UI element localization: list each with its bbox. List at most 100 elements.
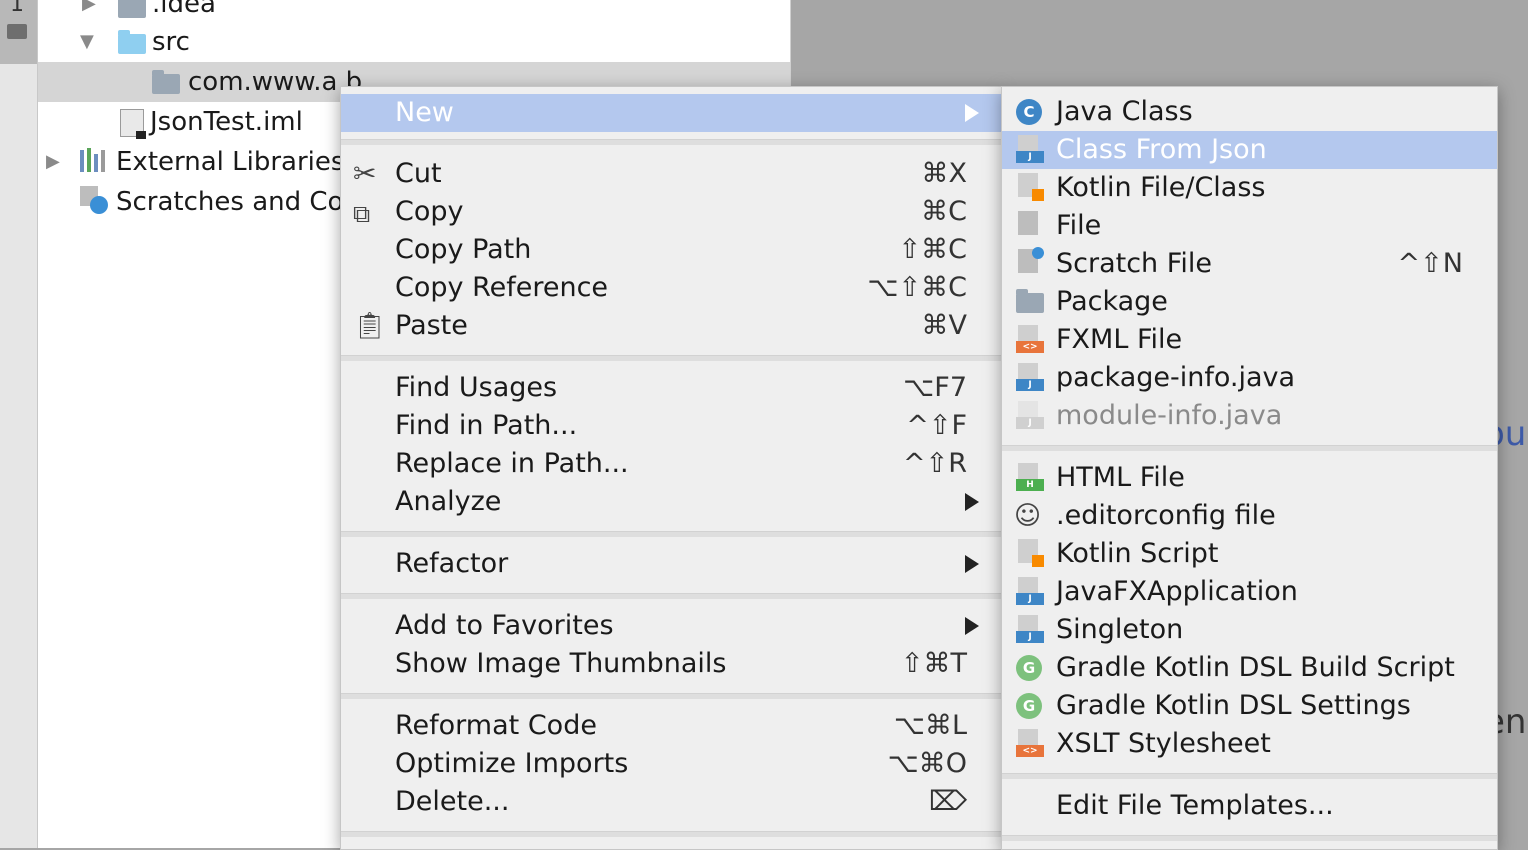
menu-item-module-info: J module-info.java	[1002, 397, 1497, 435]
tool-tab-number: 1	[10, 0, 24, 17]
menu-item-label: Kotlin File/Class	[1056, 172, 1266, 203]
kotlin-script-icon	[1018, 539, 1044, 567]
menu-item-gradle-build-script[interactable]: G Gradle Kotlin DSL Build Script	[1002, 649, 1497, 687]
expand-arrow-icon[interactable]: ▶	[46, 142, 60, 182]
menu-item-refactor[interactable]: Refactor	[341, 545, 1001, 583]
menu-item-shortcut: ^⇧F	[906, 410, 967, 441]
menu-separator	[1002, 835, 1497, 841]
tree-item-label: src	[152, 27, 190, 57]
package-icon	[1016, 289, 1044, 313]
menu-item-label: Java Class	[1056, 96, 1193, 127]
menu-item-label: Reformat Code	[395, 710, 597, 741]
menu-item-copy-reference[interactable]: Copy Reference ⌥⇧⌘C	[341, 269, 1001, 307]
menu-item-label: JavaFXApplication	[1056, 576, 1298, 607]
menu-item-fxml-file[interactable]: <> FXML File	[1002, 321, 1497, 359]
menu-separator	[341, 531, 1001, 537]
libraries-icon	[80, 148, 108, 172]
menu-separator	[1002, 773, 1497, 779]
menu-item-class-from-json[interactable]: J Class From Json	[1002, 131, 1497, 169]
menu-item-kotlin-script[interactable]: Kotlin Script	[1002, 535, 1497, 573]
expand-arrow-icon[interactable]: ▶	[82, 0, 96, 24]
menu-item-singleton[interactable]: J Singleton	[1002, 611, 1497, 649]
menu-separator	[341, 139, 1001, 145]
menu-item-copy[interactable]: ⧉ Copy ⌘C	[341, 193, 1001, 231]
menu-item-shortcut: ⌥F7	[903, 372, 967, 403]
xslt-file-icon: <>	[1016, 729, 1044, 757]
scratches-icon	[80, 186, 110, 216]
menu-item-html-file[interactable]: H HTML File	[1002, 459, 1497, 497]
menu-item-kotlin-file[interactable]: Kotlin File/Class	[1002, 169, 1497, 207]
menu-item-find-in-path[interactable]: Find in Path... ^⇧F	[341, 407, 1001, 445]
menu-item-label: Copy Reference	[395, 272, 609, 303]
menu-item-label: Class From Json	[1056, 134, 1267, 165]
menu-item-java-class[interactable]: C Java Class	[1002, 93, 1497, 131]
menu-item-shortcut: ⌥⇧⌘C	[867, 272, 967, 303]
gradle-icon: G	[1016, 693, 1042, 719]
project-tool-tab[interactable]: 1	[0, 0, 37, 64]
menu-item-label: Cut	[395, 158, 442, 189]
menu-item-editorconfig[interactable]: ☺ .editorconfig file	[1002, 497, 1497, 535]
menu-item-label: Find Usages	[395, 372, 558, 403]
copy-icon: ⧉	[353, 200, 371, 228]
tree-item-label: com.www.a.b	[188, 67, 363, 97]
menu-separator	[341, 593, 1001, 599]
menu-item-optimize-imports[interactable]: Optimize Imports ⌥⌘O	[341, 745, 1001, 783]
submenu-arrow-icon	[965, 555, 979, 573]
menu-item-label: Analyze	[395, 486, 502, 517]
submenu-arrow-icon	[965, 493, 979, 511]
clipboard-icon: 📋︎	[353, 311, 387, 341]
context-menu: New ✂ Cut ⌘X ⧉ Copy ⌘C Copy Path ⇧⌘C Cop…	[340, 86, 1002, 850]
menu-item-label: Kotlin Script	[1056, 538, 1219, 569]
menu-item-cut[interactable]: ✂ Cut ⌘X	[341, 155, 1001, 193]
tree-item-src[interactable]: ▼ src	[38, 22, 790, 62]
menu-item-label: Add to Favorites	[395, 610, 614, 641]
menu-separator	[341, 693, 1001, 699]
menu-item-add-to-favorites[interactable]: Add to Favorites	[341, 607, 1001, 645]
menu-item-label: Paste	[395, 310, 468, 341]
menu-item-label: Copy Path	[395, 234, 532, 265]
java-file-icon: J	[1016, 615, 1044, 643]
collapse-arrow-icon[interactable]: ▼	[80, 22, 94, 62]
scratch-file-icon	[1018, 247, 1044, 273]
menu-item-label: Optimize Imports	[395, 748, 629, 779]
package-icon	[152, 70, 180, 94]
menu-item-label: Show Image Thumbnails	[395, 648, 727, 679]
gradle-icon: G	[1016, 655, 1042, 681]
menu-item-package-info[interactable]: J package-info.java	[1002, 359, 1497, 397]
menu-item-scratch-file[interactable]: Scratch File ^⇧N	[1002, 245, 1497, 283]
menu-item-label: module-info.java	[1056, 400, 1283, 431]
menu-item-label: Gradle Kotlin DSL Build Script	[1056, 652, 1455, 683]
menu-item-javafx-application[interactable]: J JavaFXApplication	[1002, 573, 1497, 611]
editorconfig-icon: ☺	[1014, 501, 1042, 531]
menu-item-label: Refactor	[395, 548, 509, 579]
kotlin-file-icon	[1018, 173, 1044, 201]
menu-item-label: New	[395, 97, 454, 128]
scissors-icon: ✂	[353, 157, 377, 190]
menu-item-analyze[interactable]: Analyze	[341, 483, 1001, 521]
menu-item-new[interactable]: New	[341, 94, 1001, 132]
menu-item-label: HTML File	[1056, 462, 1185, 493]
menu-item-find-usages[interactable]: Find Usages ⌥F7	[341, 369, 1001, 407]
menu-separator	[1002, 445, 1497, 451]
menu-item-shortcut: ⌘X	[921, 158, 968, 189]
menu-item-label: FXML File	[1056, 324, 1183, 355]
menu-item-gradle-settings[interactable]: G Gradle Kotlin DSL Settings	[1002, 687, 1497, 725]
menu-item-label: File	[1056, 210, 1102, 241]
menu-item-copy-path[interactable]: Copy Path ⇧⌘C	[341, 231, 1001, 269]
menu-item-paste[interactable]: 📋︎ Paste ⌘V	[341, 307, 1001, 345]
tree-item-idea[interactable]: ▶ .idea	[38, 0, 790, 24]
menu-item-delete[interactable]: Delete... ⌦	[341, 783, 1001, 821]
menu-item-shortcut: ⇧⌘C	[898, 234, 967, 265]
menu-item-edit-file-templates[interactable]: Edit File Templates...	[1002, 787, 1497, 825]
menu-item-xslt-stylesheet[interactable]: <> XSLT Stylesheet	[1002, 725, 1497, 763]
menu-item-file[interactable]: File	[1002, 207, 1497, 245]
menu-item-reformat-code[interactable]: Reformat Code ⌥⌘L	[341, 707, 1001, 745]
text-file-icon	[1018, 211, 1038, 235]
menu-item-label: Delete...	[395, 786, 510, 817]
menu-item-label: .editorconfig file	[1056, 500, 1276, 531]
folder-icon	[7, 24, 27, 39]
java-file-icon: J	[1016, 363, 1044, 391]
menu-item-show-image-thumbnails[interactable]: Show Image Thumbnails ⇧⌘T	[341, 645, 1001, 683]
menu-item-replace-in-path[interactable]: Replace in Path... ^⇧R	[341, 445, 1001, 483]
menu-item-package[interactable]: Package	[1002, 283, 1497, 321]
